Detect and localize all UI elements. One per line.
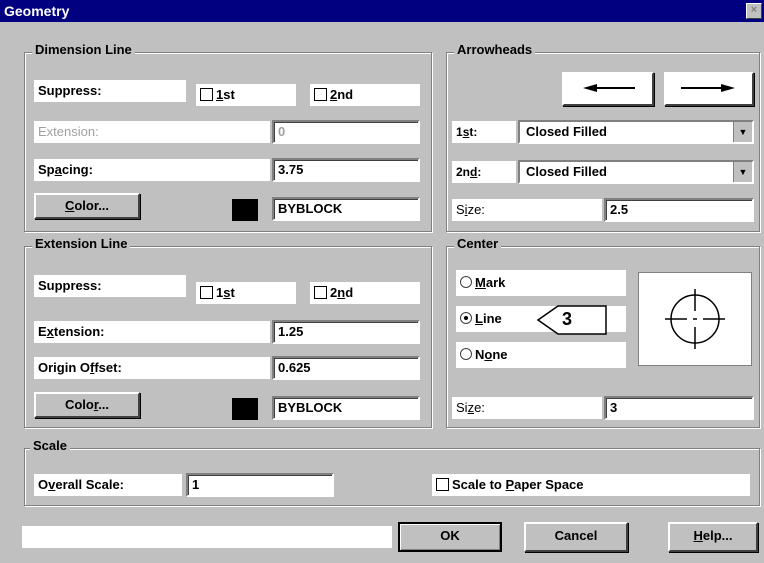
dim-suppress-first-checkbox[interactable]: 1st: [196, 84, 296, 106]
arrow-first-label: 1st:: [452, 121, 516, 143]
radio-icon: [460, 276, 472, 288]
ext-color-swatch: [232, 398, 258, 420]
help-button[interactable]: Help...: [668, 522, 758, 552]
arrow-first-preview[interactable]: [562, 72, 654, 106]
cancel-button[interactable]: Cancel: [524, 522, 628, 552]
chevron-down-icon[interactable]: ▼: [733, 122, 752, 142]
arrow-right-icon: [681, 84, 735, 92]
arrowheads-label: Arrowheads: [454, 42, 536, 57]
radio-selected-icon: [460, 312, 472, 324]
ext-suppress-first-checkbox[interactable]: 1st: [196, 282, 296, 304]
center-line-icon: [665, 289, 725, 349]
dim-extension-field[interactable]: 0: [272, 120, 420, 144]
arrow-second-preview[interactable]: [664, 72, 754, 106]
status-bar: [22, 526, 392, 548]
arrow-second-label: 2nd:: [452, 161, 516, 183]
ext-origin-offset-field[interactable]: 0.625: [272, 356, 420, 380]
dim-color-swatch: [232, 199, 258, 221]
close-icon[interactable]: ×: [746, 3, 762, 19]
scale-paper-space-checkbox[interactable]: Scale to Paper Space: [432, 474, 750, 496]
extension-line-label: Extension Line: [32, 236, 131, 251]
arrow-left-icon: [583, 84, 635, 92]
title-bar: Geometry ×: [0, 0, 764, 22]
chevron-down-icon[interactable]: ▼: [733, 162, 752, 182]
dim-color-button[interactable]: Color...: [34, 193, 140, 219]
center-size-label: Size:: [452, 397, 602, 419]
center-preview: [638, 272, 752, 366]
ok-button[interactable]: OK: [398, 522, 502, 552]
center-mark-radio[interactable]: Mark: [456, 270, 626, 296]
ext-extension-label: Extension:: [34, 321, 270, 343]
scale-label: Scale: [30, 438, 70, 453]
dim-suppress-label: Suppress:: [34, 80, 186, 102]
dim-spacing-label: Spacing:: [34, 159, 270, 181]
checkbox-icon: [436, 478, 449, 491]
ext-origin-offset-label: Origin Offset:: [34, 357, 270, 379]
center-label: Center: [454, 236, 502, 251]
ext-color-field: BYBLOCK: [272, 396, 420, 420]
ext-extension-field[interactable]: 1.25: [272, 320, 420, 344]
dim-spacing-field[interactable]: 3.75: [272, 158, 420, 182]
arrow-size-field[interactable]: 2.5: [604, 198, 754, 222]
callout-number: 3: [562, 309, 573, 329]
dim-color-field: BYBLOCK: [272, 197, 420, 221]
arrow-size-label: Size:: [452, 199, 602, 221]
center-none-radio[interactable]: None: [456, 342, 626, 368]
dim-suppress-second-checkbox[interactable]: 2nd: [310, 84, 420, 106]
checkbox-icon: [200, 286, 213, 299]
center-size-field[interactable]: 3: [604, 396, 754, 420]
ext-suppress-label: Suppress:: [34, 275, 186, 297]
arrow-second-dropdown[interactable]: Closed Filled ▼: [518, 160, 754, 184]
radio-icon: [460, 348, 472, 360]
checkbox-icon: [314, 286, 327, 299]
checkbox-icon: [200, 88, 213, 101]
overall-scale-field[interactable]: 1: [186, 473, 334, 497]
ext-color-button[interactable]: Color...: [34, 392, 140, 418]
checkbox-icon: [314, 88, 327, 101]
ext-suppress-second-checkbox[interactable]: 2nd: [310, 282, 420, 304]
dimension-line-label: Dimension Line: [32, 42, 135, 57]
arrow-first-dropdown[interactable]: Closed Filled ▼: [518, 120, 754, 144]
overall-scale-label: Overall Scale:: [34, 474, 182, 496]
window-title: Geometry: [4, 3, 70, 19]
dim-extension-label: Extension:: [34, 121, 270, 143]
